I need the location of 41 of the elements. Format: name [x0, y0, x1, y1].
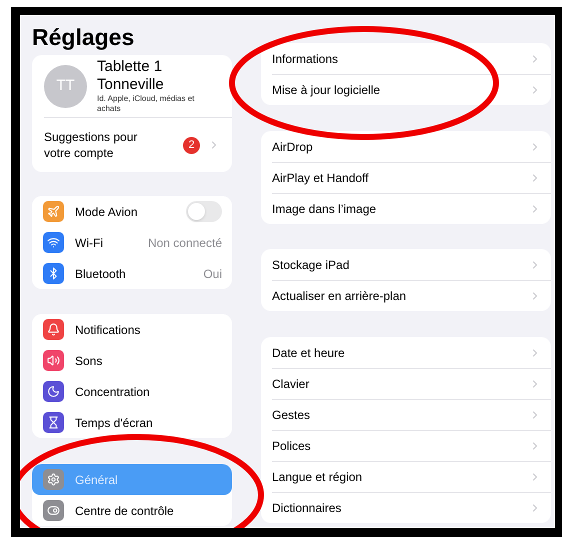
gear-icon [47, 473, 60, 486]
avatar: TT [44, 64, 87, 108]
suggestions-row[interactable]: Suggestions pour votre compte 2 [32, 118, 232, 172]
item-value: Oui [203, 266, 222, 282]
item-label: Wi-Fi [75, 234, 103, 252]
item-value: Non connecté [148, 234, 222, 252]
settings-row-label[interactable]: Date et heure [272, 344, 345, 362]
bluetooth-icon [47, 267, 60, 280]
item-label: Sons [75, 352, 102, 370]
moon-icon [47, 385, 60, 398]
settings-row-label[interactable]: Informations [272, 50, 338, 68]
settings-row-label[interactable]: Langue et région [272, 468, 362, 486]
item-label: Concentration [75, 384, 150, 400]
settings-row-label[interactable]: Dictionnaires [272, 499, 342, 517]
settings-row-label[interactable]: AirDrop [272, 138, 313, 156]
notification-badge: 2 [183, 136, 200, 154]
settings-row-label[interactable]: Polices [272, 437, 311, 455]
settings-row-label[interactable]: Gestes [272, 406, 310, 424]
account-subtitle: Id. Apple, iCloud, médias et achats [97, 94, 196, 114]
switches-icon [47, 504, 60, 517]
suggestions-label: Suggestions pour votre compte [44, 129, 138, 161]
item-label: Notifications [75, 322, 140, 338]
settings-row-label[interactable]: Clavier [272, 375, 310, 393]
toggle-switch[interactable] [186, 201, 222, 222]
page-title: Réglages [32, 23, 136, 52]
item-label: Centre de contrôle [75, 502, 174, 520]
account-name: Tablette 1 Tonneville [97, 58, 165, 94]
bell-icon [47, 323, 60, 336]
airplane-icon [47, 205, 60, 218]
item-label: Général [75, 472, 118, 488]
item-label: Mode Avion [75, 204, 138, 220]
profile-card[interactable]: TT Tablette 1 Tonneville Id. Apple, iCloud, médias et achats Suggestions pour votre compte 2 [32, 55, 232, 172]
settings-row-label[interactable]: AirPlay et Handoff [272, 169, 368, 187]
item-label: Temps d'écran [75, 414, 153, 432]
settings-row-label[interactable]: Image dans l’image [272, 200, 376, 218]
hourglass-icon [47, 416, 60, 429]
speaker-icon [47, 354, 60, 367]
settings-row-label[interactable]: Stockage iPad [272, 256, 350, 274]
settings-row-label[interactable]: Mise à jour logicielle [272, 81, 380, 99]
settings-row-label[interactable]: Actualiser en arrière-plan [272, 287, 406, 305]
item-label: Bluetooth [75, 266, 126, 282]
